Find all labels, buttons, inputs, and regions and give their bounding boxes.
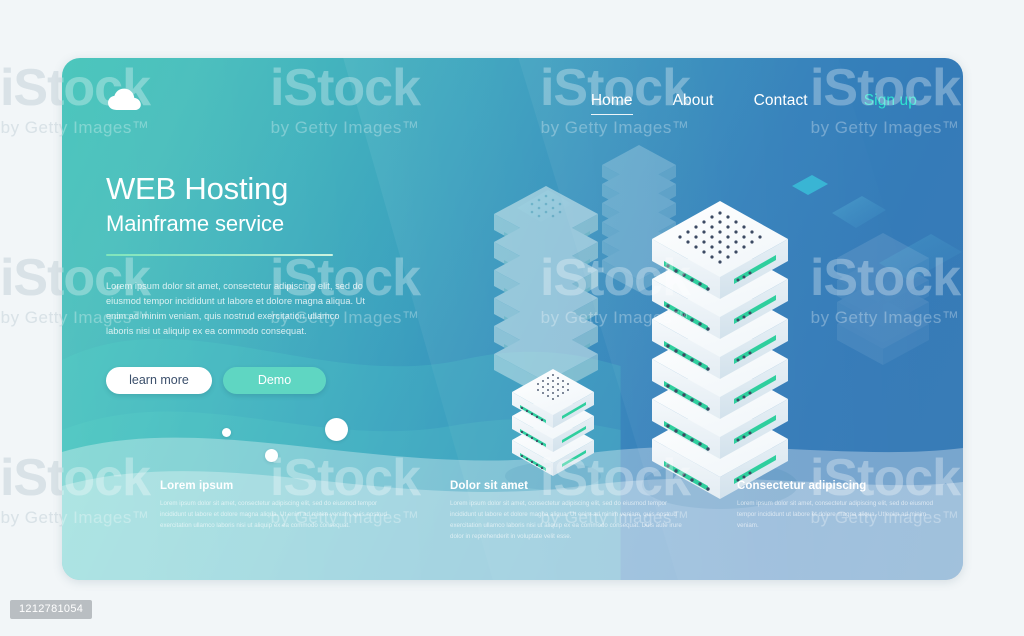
footer: Lorem ipsum Lorem ipsum dolor sit amet, … bbox=[62, 470, 963, 580]
server-vent-dots bbox=[678, 211, 762, 264]
title-divider bbox=[106, 254, 333, 257]
page-subtitle: Mainframe service bbox=[106, 210, 285, 236]
footer-column-1: Lorem ipsum Lorem ipsum dolor sit amet, … bbox=[160, 480, 390, 532]
demo-button[interactable]: Demo bbox=[223, 366, 326, 394]
footer-body-3: Lorem ipsum dolor sit amet, consectetur … bbox=[737, 500, 934, 529]
hero-paragraph: Lorem ipsum dolor sit amet, consectetur … bbox=[106, 281, 365, 336]
cloud-icon[interactable] bbox=[106, 86, 146, 116]
footer-column-3: Consectetur adipiscing Lorem ipsum dolor… bbox=[737, 480, 942, 532]
nav-link-home[interactable]: Home bbox=[590, 88, 633, 115]
decor-dot-large bbox=[325, 418, 348, 441]
navbar: Home About Contact Sign up bbox=[62, 58, 963, 144]
ghost-server-stack-top bbox=[602, 145, 676, 292]
footer-heading-2: Dolor sit amet bbox=[450, 480, 529, 492]
footer-body-1: Lorem ipsum dolor sit amet, consectetur … bbox=[160, 500, 387, 529]
decor-dot-medium bbox=[265, 449, 278, 462]
decor-dot-small bbox=[222, 428, 231, 437]
hero-content: WEB Hosting Mainframe service Lorem ipsu… bbox=[106, 171, 406, 394]
hero-buttons: learn more Demo bbox=[106, 366, 406, 394]
image-id-badge: 1212781054 bbox=[10, 600, 93, 619]
hero-card: Home About Contact Sign up WEB Hosting M… bbox=[62, 58, 963, 580]
footer-heading-3: Consectetur adipiscing bbox=[737, 480, 867, 492]
page-title: WEB Hosting bbox=[106, 171, 289, 206]
footer-body-2: Lorem ipsum dolor sit amet, consectetur … bbox=[450, 500, 682, 540]
nav-links: Home About Contact Sign up bbox=[551, 88, 917, 115]
nav-link-about[interactable]: About bbox=[673, 88, 714, 114]
footer-heading-1: Lorem ipsum bbox=[160, 480, 234, 492]
learn-more-button[interactable]: learn more bbox=[106, 366, 212, 394]
ghost-server-stack-left bbox=[494, 186, 598, 398]
nav-link-contact[interactable]: Contact bbox=[754, 88, 808, 114]
main-server-stack bbox=[642, 201, 798, 509]
floating-squares bbox=[517, 175, 962, 281]
nav-link-sign-up[interactable]: Sign up bbox=[864, 88, 917, 114]
footer-column-2: Dolor sit amet Lorem ipsum dolor sit ame… bbox=[450, 480, 690, 542]
